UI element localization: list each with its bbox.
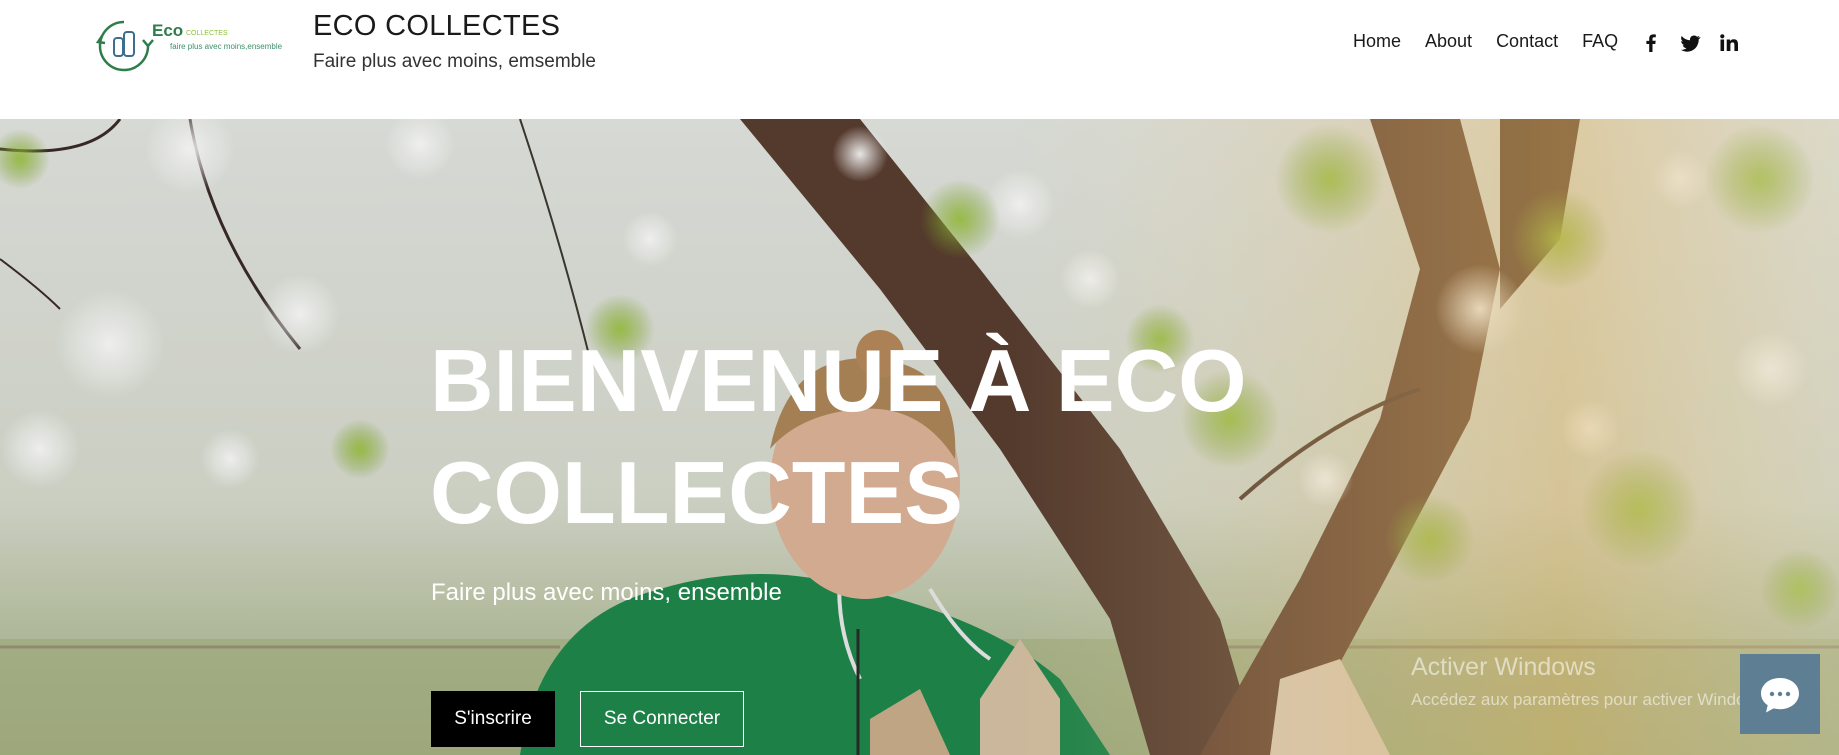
main-nav: Home About Contact FAQ [1353,31,1642,52]
hero-title: BIENVENUE À ECO COLLECTES [430,331,1247,542]
chat-widget-button[interactable] [1740,654,1820,734]
twitter-icon[interactable] [1679,32,1701,54]
svg-text:COLLECTES: COLLECTES [186,30,228,37]
site-header: Eco COLLECTES faire plus avec moins,ense… [0,0,1839,119]
eco-collectes-logo[interactable]: Eco COLLECTES faire plus avec moins,ense… [94,16,296,74]
login-button[interactable]: Se Connecter [580,691,744,747]
windows-activation-watermark: Activer Windows Accédez aux paramètres p… [1411,653,1771,710]
site-title[interactable]: ECO COLLECTES [313,10,560,43]
nav-faq[interactable]: FAQ [1582,31,1618,52]
watermark-subtitle: Accédez aux paramètres pour activer Wind… [1411,690,1771,709]
nav-contact[interactable]: Contact [1496,31,1558,52]
social-links [1640,32,1740,54]
site-tagline: Faire plus avec moins, emsemble [313,51,596,72]
hero-section: BIENVENUE À ECO COLLECTES Faire plus ave… [0,119,1839,755]
svg-text:faire plus avec moins,ensemble: faire plus avec moins,ensemble [170,42,283,51]
svg-text:Eco: Eco [152,21,183,40]
nav-about[interactable]: About [1425,31,1472,52]
facebook-icon[interactable] [1640,32,1662,54]
linkedin-icon[interactable] [1718,32,1740,54]
hero-subtitle: Faire plus avec moins, ensemble [431,579,782,606]
signup-button[interactable]: S'inscrire [431,691,555,747]
nav-home[interactable]: Home [1353,31,1401,52]
chat-icon [1761,678,1799,713]
watermark-title: Activer Windows [1411,653,1596,681]
